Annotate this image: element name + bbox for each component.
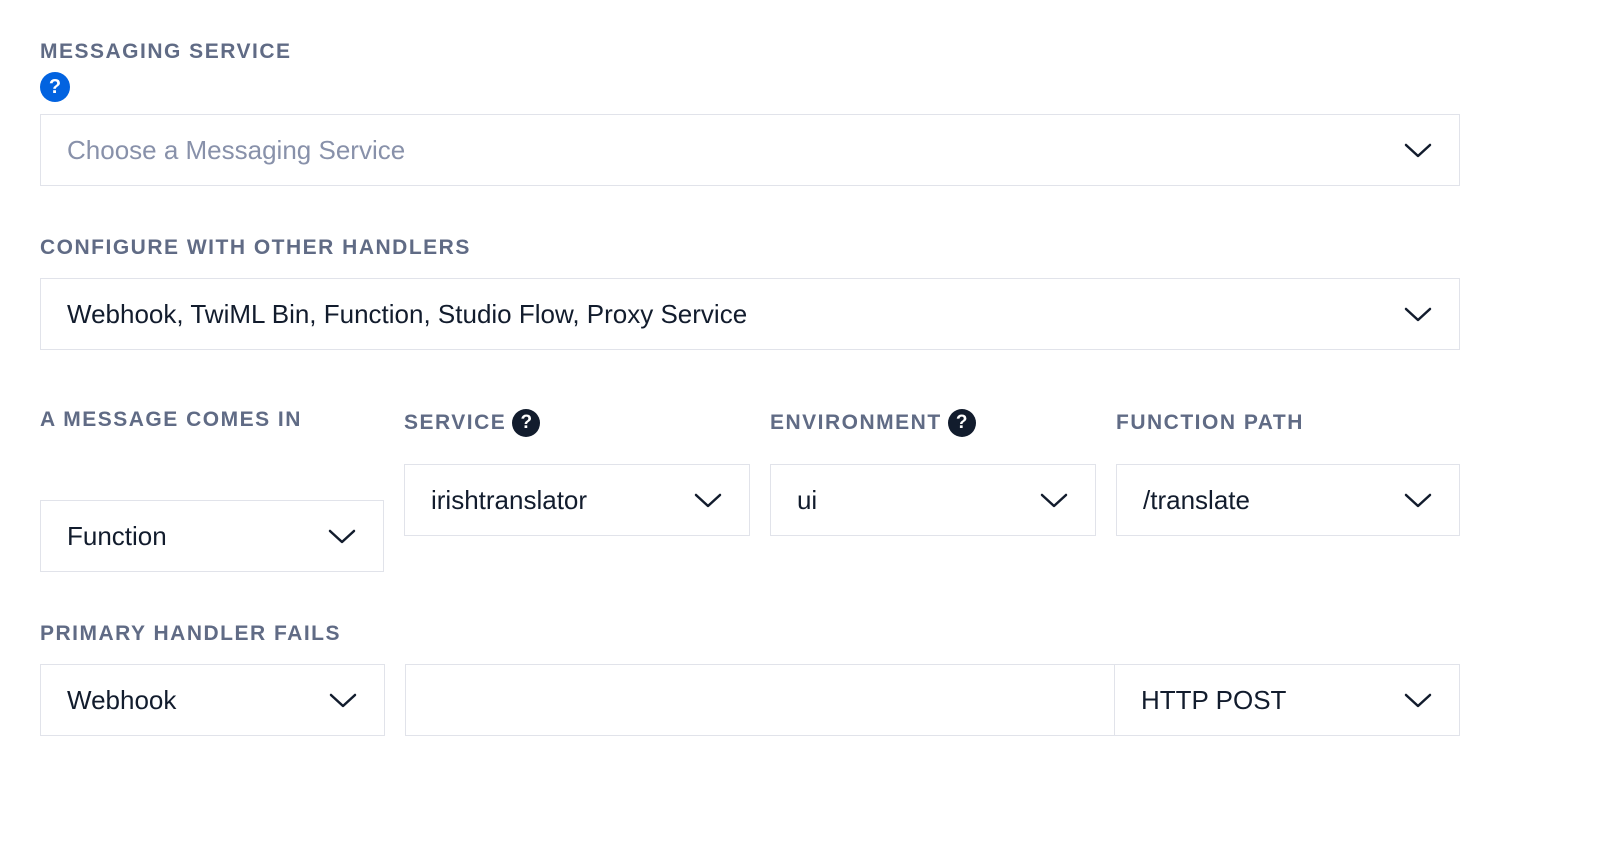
fallback-method-column: HTTP POST	[1115, 664, 1460, 736]
configure-with-label: CONFIGURE WITH OTHER HANDLERS	[40, 236, 1460, 260]
help-icon[interactable]: ?	[948, 409, 976, 437]
function-path-label: FUNCTION PATH	[1116, 411, 1304, 435]
service-label: SERVICE	[404, 411, 506, 435]
help-icon-glyph: ?	[956, 412, 968, 434]
service-column: SERVICE ? irishtranslator	[404, 406, 750, 536]
environment-label: ENVIRONMENT	[770, 411, 942, 435]
fallback-url-column	[405, 664, 1115, 736]
help-icon[interactable]: ?	[512, 409, 540, 437]
service-select[interactable]: irishtranslator	[404, 464, 750, 536]
fallback-url-input-wrapper	[405, 664, 1115, 736]
chevron-down-icon	[328, 691, 358, 709]
chevron-down-icon	[1403, 305, 1433, 323]
configure-with-value: Webhook, TwiML Bin, Function, Studio Flo…	[67, 299, 1391, 330]
function-path-value: /translate	[1143, 485, 1391, 516]
help-icon-glyph: ?	[521, 412, 533, 434]
messaging-config-form: MESSAGING SERVICE ? Choose a Messaging S…	[40, 40, 1460, 736]
primary-handler-fails-label: PRIMARY HANDLER FAILS	[40, 622, 1460, 646]
message-comes-in-value: Function	[67, 521, 315, 552]
environment-column: ENVIRONMENT ? ui	[770, 406, 1096, 536]
messaging-service-select[interactable]: Choose a Messaging Service	[40, 114, 1460, 186]
help-icon-glyph: ?	[49, 76, 61, 99]
chevron-down-icon	[327, 527, 357, 545]
messaging-service-placeholder: Choose a Messaging Service	[67, 135, 1391, 166]
chevron-down-icon	[1403, 141, 1433, 159]
chevron-down-icon	[1039, 491, 1069, 509]
fallback-type-select[interactable]: Webhook	[40, 664, 385, 736]
chevron-down-icon	[693, 491, 723, 509]
fallback-method-value: HTTP POST	[1141, 685, 1391, 716]
chevron-down-icon	[1403, 691, 1433, 709]
message-comes-in-select[interactable]: Function	[40, 500, 384, 572]
environment-value: ui	[797, 485, 1027, 516]
function-path-column: FUNCTION PATH /translate	[1116, 406, 1460, 536]
fallback-method-select[interactable]: HTTP POST	[1115, 664, 1460, 736]
handler-config-row: A MESSAGE COMES IN Function SERVICE ? ir…	[40, 400, 1460, 572]
message-comes-in-label: A MESSAGE COMES IN	[40, 400, 302, 440]
fallback-url-input[interactable]	[432, 685, 1088, 716]
fallback-type-value: Webhook	[67, 685, 316, 716]
message-comes-in-column: A MESSAGE COMES IN Function	[40, 400, 384, 572]
primary-handler-fails-row: Webhook HTTP POST	[40, 664, 1460, 736]
configure-with-select[interactable]: Webhook, TwiML Bin, Function, Studio Flo…	[40, 278, 1460, 350]
help-icon[interactable]: ?	[40, 72, 70, 102]
fallback-type-column: Webhook	[40, 664, 385, 736]
chevron-down-icon	[1403, 491, 1433, 509]
service-value: irishtranslator	[431, 485, 681, 516]
environment-select[interactable]: ui	[770, 464, 1096, 536]
function-path-select[interactable]: /translate	[1116, 464, 1460, 536]
messaging-service-label: MESSAGING SERVICE	[40, 40, 1460, 64]
